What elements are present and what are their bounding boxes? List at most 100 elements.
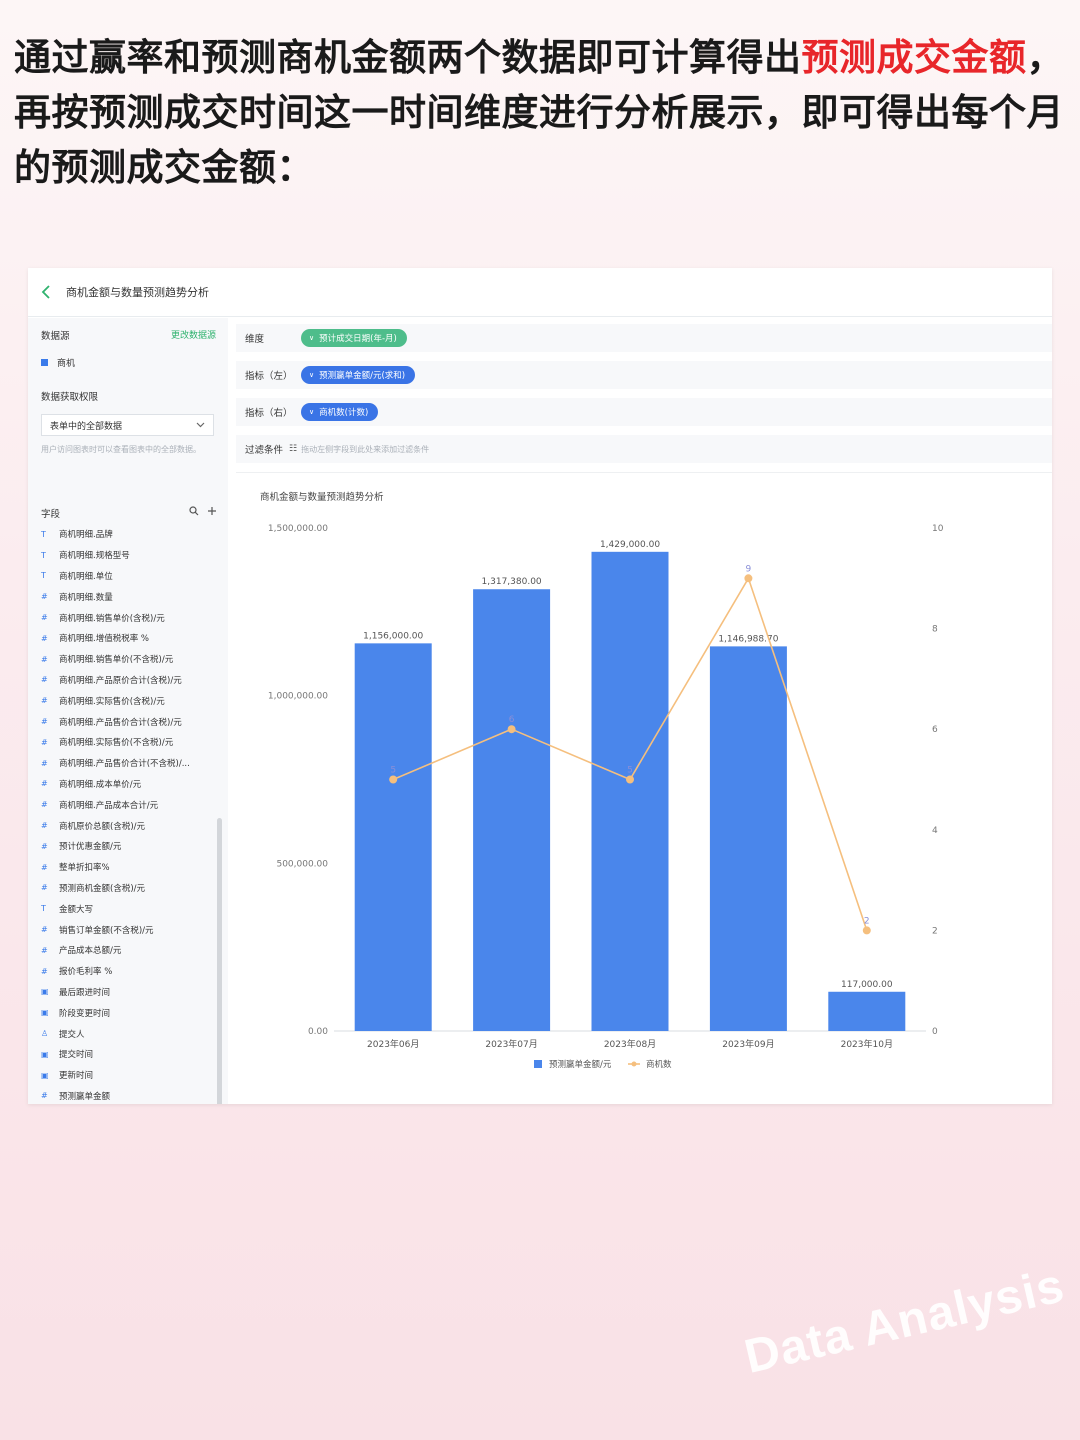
headline-part1: 通过赢率和预测商机金额两个数据即可计算得出: [14, 35, 802, 79]
metric-right-pill[interactable]: ∨ 商机数(计数): [301, 403, 379, 421]
legend-line-dot: [631, 1061, 637, 1067]
field-item[interactable]: # 商机明细.实际售价(含税)/元: [41, 690, 217, 711]
back-icon[interactable]: [40, 285, 54, 299]
legend-bar-label: 预测赢单金额/元: [549, 1059, 612, 1070]
field-item[interactable]: T 商机明细.规格型号: [41, 545, 217, 566]
bar-4: [709, 646, 787, 1031]
field-item[interactable]: T 金额大写: [41, 898, 217, 919]
add-icon[interactable]: [207, 506, 217, 520]
field-item[interactable]: T 商机明细.单位: [41, 566, 217, 587]
field-type-icon: ▣: [41, 1008, 49, 1018]
x-tick-label: 2023年10月: [841, 1038, 893, 1050]
sidebar-scrollbar[interactable]: [217, 818, 222, 1104]
line-value-label: 5: [627, 766, 633, 776]
metric-right-row: 指标（右） ∨ 商机数(计数): [236, 398, 1052, 426]
dimension-pill[interactable]: ∨ 预计成交日期(年-月): [301, 329, 407, 347]
search-icon[interactable]: [189, 506, 199, 520]
legend-bar-swatch: [534, 1060, 542, 1068]
field-item[interactable]: # 产品成本总额/元: [41, 940, 217, 961]
chevron-down-icon: ∨: [309, 371, 315, 379]
y-right-tick-label: 10: [932, 524, 944, 534]
field-item[interactable]: ▣ 阶段变更时间: [41, 1002, 217, 1023]
field-name: 阶段变更时间: [59, 1008, 111, 1019]
field-item[interactable]: # 商机明细.数量: [41, 586, 217, 607]
field-item[interactable]: # 报价毛利率 %: [41, 961, 217, 982]
filter-icon: ☷: [289, 444, 298, 454]
fields-header: 字段: [41, 506, 217, 520]
line-value-label: 6: [509, 715, 515, 725]
field-item[interactable]: # 商机明细.销售单价(不含税)/元: [41, 649, 217, 670]
field-type-icon: T: [41, 550, 46, 560]
bar-value-label: 1,156,000.00: [363, 631, 423, 641]
y-right-tick-label: 4: [932, 826, 938, 836]
metric-left-label: 指标（左）: [245, 371, 293, 382]
datasource-item[interactable]: 商机: [41, 356, 75, 369]
field-item[interactable]: # 商机明细.实际售价(不含税)/元: [41, 732, 217, 753]
metric-right-value: 商机数(计数): [319, 408, 369, 418]
field-item[interactable]: ▣ 更新时间: [41, 1065, 217, 1086]
permission-select[interactable]: 表单中的全部数据: [41, 414, 214, 436]
field-item[interactable]: # 预测赢单金额: [41, 1086, 217, 1104]
bar-2: [473, 589, 551, 1031]
field-item[interactable]: # 商机明细.产品售价合计(不含税)/...: [41, 753, 217, 774]
field-type-icon: ▣: [41, 987, 49, 997]
bar-value-label: 1,317,380.00: [482, 577, 542, 587]
field-type-icon: #: [41, 737, 48, 747]
field-type-icon: #: [41, 945, 48, 955]
chevron-down-icon: ∨: [309, 408, 315, 416]
combo-chart: 0.00 500,000.00 1,000,000.00 1,500,000.00 0 2…: [268, 524, 944, 1070]
field-item[interactable]: # 商机明细.增值税税率 %: [41, 628, 217, 649]
field-item[interactable]: # 商机明细.产品原价合计(含税)/元: [41, 670, 217, 691]
field-item[interactable]: ♙ 提交人: [41, 1023, 217, 1044]
field-name: 商机明细.数量: [59, 592, 113, 603]
field-item[interactable]: # 预计优惠金额/元: [41, 836, 217, 857]
bar-3: [591, 551, 669, 1031]
field-name: 预测赢单金额: [59, 1091, 111, 1102]
field-item[interactable]: # 销售订单金额(不含税)/元: [41, 919, 217, 940]
headline: 通过赢率和预测商机金额两个数据即可计算得出预测成交金额，再按预测成交时间这一时间…: [14, 30, 1074, 195]
field-type-icon: #: [41, 925, 48, 935]
change-datasource-link[interactable]: 更改数据源: [171, 328, 216, 341]
metric-left-pill[interactable]: ∨ 预测赢单金额/元(求和): [301, 366, 416, 384]
field-name: 商机明细.单位: [59, 571, 113, 582]
field-name: 预计优惠金额/元: [59, 842, 122, 853]
field-item[interactable]: T 商机明细.品牌: [41, 524, 217, 545]
field-type-icon: #: [41, 966, 48, 976]
field-item[interactable]: # 整单折扣率%: [41, 857, 217, 878]
field-type-icon: #: [41, 779, 48, 789]
field-item[interactable]: # 商机明细.成本单价/元: [41, 774, 217, 795]
legend-line-label: 商机数: [646, 1059, 672, 1070]
field-type-icon: #: [41, 841, 48, 851]
field-type-icon: #: [41, 717, 48, 727]
permission-value: 表单中的全部数据: [50, 421, 123, 432]
field-item[interactable]: # 商机原价总额(含税)/元: [41, 815, 217, 836]
dimension-value: 预计成交日期(年-月): [319, 334, 397, 344]
line-value-label: 9: [746, 564, 752, 574]
field-name: 提交人: [59, 1029, 85, 1040]
field-item[interactable]: # 商机明细.产品成本合计/元: [41, 794, 217, 815]
metric-left-value: 预测赢单金额/元(求和): [319, 371, 406, 381]
permission-hint: 用户访问图表时可以查看图表中的全部数据。: [41, 445, 201, 454]
field-item[interactable]: # 预测商机金额(含税)/元: [41, 878, 217, 899]
field-item[interactable]: # 商机明细.销售单价(含税)/元: [41, 607, 217, 628]
field-type-icon: #: [41, 883, 48, 893]
field-name: 提交时间: [59, 1050, 94, 1061]
field-type-icon: #: [41, 821, 48, 831]
field-item[interactable]: ▣ 提交时间: [41, 1044, 217, 1065]
field-type-icon: #: [41, 800, 48, 810]
line-point-5: [862, 926, 871, 935]
metric-left-row: 指标（左） ∨ 预测赢单金额/元(求和): [236, 361, 1052, 389]
field-type-icon: #: [41, 675, 48, 685]
field-name: 商机明细.产品售价合计(含税)/元: [59, 717, 182, 728]
y-left-tick-label: 500,000.00: [276, 859, 328, 869]
field-name: 产品成本总额/元: [59, 946, 122, 957]
field-name: 商机明细.实际售价(不含税)/元: [59, 738, 174, 749]
field-type-icon: ▣: [41, 1070, 49, 1080]
field-name: 商机明细.增值税税率 %: [59, 634, 149, 645]
field-item[interactable]: ▣ 最后跟进时间: [41, 982, 217, 1003]
chart-panel: 商机金额与数量预测趋势分析 0.00 500,000.00 1,000,000.00…: [236, 472, 1052, 1103]
filter-row[interactable]: 过滤条件 ☷ 拖动左侧字段到此处来添加过滤条件: [236, 435, 1052, 463]
app-window: 商机金额与数量预测趋势分析 数据源 更改数据源 商机 数据获取权限 表单中的全部…: [28, 268, 1052, 1104]
x-tick-label: 2023年08月: [604, 1038, 656, 1050]
field-item[interactable]: # 商机明细.产品售价合计(含税)/元: [41, 711, 217, 732]
